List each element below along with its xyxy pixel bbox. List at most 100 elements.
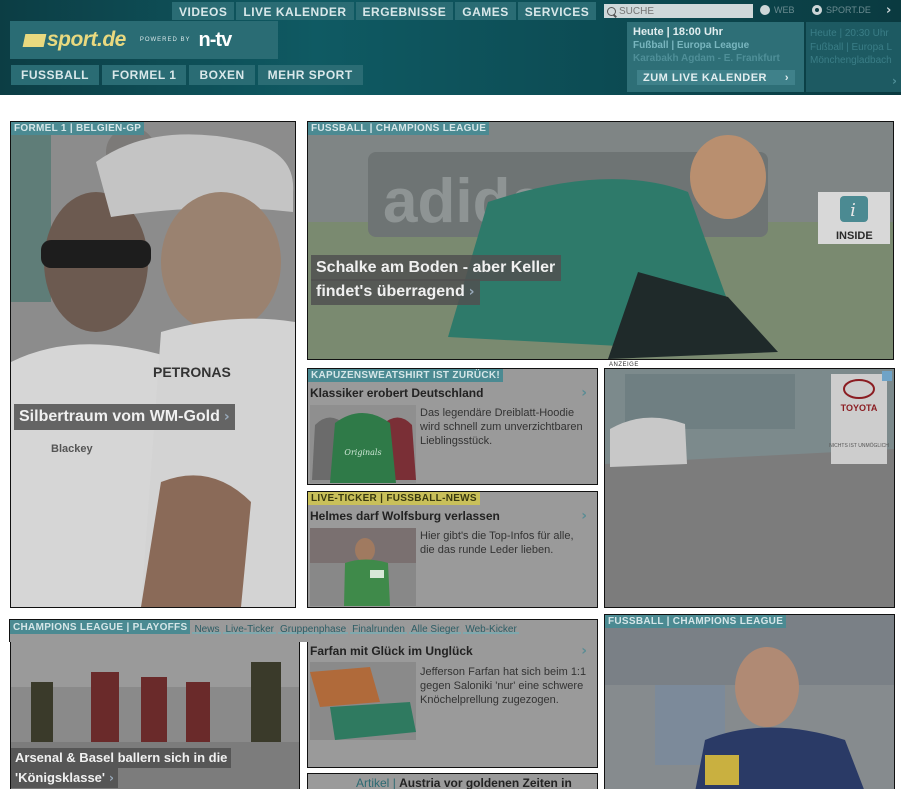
farfan-title[interactable]: Farfan mit Glück im Unglück › [310,643,593,659]
teaser-artikel[interactable]: Artikel | Austria vor goldenen Zeiten in [307,773,598,789]
search-submit-chevron-icon[interactable]: › [886,3,891,18]
radio-site-icon[interactable] [812,5,822,15]
chevron-right-icon: › [223,409,230,425]
search-scope-site[interactable]: SPORT.DE [812,5,871,15]
live-next-match: Mönchengladbach [810,55,892,66]
tab-live-ticker[interactable]: Live-Ticker [223,620,276,635]
ticker-desc: Hier gibt's die Top-Infos für alle, die … [420,530,574,556]
farfan-thumb [310,662,416,740]
search-scope-web[interactable]: WEB [760,5,795,15]
teaser-live-ticker[interactable]: LIVE-TICKER | FUSSBALL-NEWS Helmes darf … [307,491,598,608]
logo-mark-icon [22,33,47,47]
originals-logo-text: Originals [344,448,381,457]
interview-kicker: FUSSBALL | CHAMPIONS LEAGUE [605,615,787,628]
hoodie-title-text: Klassiker erobert Deutschland [310,386,484,400]
toyota-ad-image: TOYOTA NICHTS IST UNMÖGLICH [605,369,894,607]
search-input[interactable] [619,5,739,17]
chevron-right-icon: › [581,508,587,524]
tab-finalrunden[interactable]: Finalrunden [350,620,407,635]
live-calendar-teaser: Heute | 18:00 Uhr Fußball | Europa Leagu… [627,22,804,92]
nav-mehr-sport[interactable]: MEHR SPORT [257,65,363,85]
teaser-hoodie[interactable]: KAPUZENSWEATSHIRT IST ZURüCK! Klassiker … [307,368,598,485]
cl-headline-line1[interactable]: Arsenal & Basel ballern sich in die [11,748,232,768]
keller-image: adidas i INSIDE [308,122,893,359]
site-header: VIDEOS LIVE KALENDER ERGEBNISSE GAMES SE… [0,0,901,95]
site-logo[interactable]: sport.de POWERED BY n-tv [10,21,278,59]
powered-by-label: POWERED BY [139,37,191,43]
f1-headline[interactable]: Silbertraum vom WM-Gold › [14,404,235,430]
f1-headline-text: Silbertraum vom WM-Gold [19,408,220,425]
live-match: Karabakh Agdam - E. Frankfurt [633,53,780,64]
teaser-interview[interactable]: FUSSBALL | CHAMPIONS LEAGUE [604,614,895,789]
schalke-kicker: FUSSBALL | CHAMPIONS LEAGUE [308,122,490,135]
f1-drivers-image: Blackey PETRONAS [11,122,295,607]
nav-games[interactable]: GAMES [455,2,516,20]
ticker-title[interactable]: Helmes darf Wolfsburg verlassen › [310,508,593,524]
chevron-right-icon: › [109,771,114,785]
radio-site-label: SPORT.DE [826,5,871,15]
top-nav: VIDEOS LIVE KALENDER ERGEBNISSE GAMES SE… [172,2,597,20]
cl-kicker: CHAMPIONS LEAGUE | PLAYOFFS [10,620,191,634]
radio-web-icon[interactable] [760,5,770,15]
tab-alle-sieger[interactable]: Alle Sieger [408,620,462,635]
tab-gruppenphase[interactable]: Gruppenphase [277,620,349,635]
ticker-kicker: LIVE-TICKER | FUSSBALL-NEWS [308,492,480,505]
radio-web-label: WEB [774,5,795,15]
chevron-right-icon: › [784,71,789,84]
partner-logo: n-tv [198,28,233,51]
ad-choices-icon[interactable] [882,371,892,381]
nav-boxen[interactable]: BOXEN [189,65,255,85]
hoodie-image: Originals [310,405,416,483]
farfan-desc: Jefferson Farfan hat sich beim 1:1 gegen… [420,666,587,706]
nav-formel-1[interactable]: FORMEL 1 [102,65,187,85]
schalke-headline-line1[interactable]: Schalke am Boden - aber Keller [311,255,562,281]
live-calendar-button[interactable]: ZUM LIVE KALENDER › [637,70,795,85]
teaser-f1[interactable]: Blackey PETRONAS FORMEL 1 | BELGIEN-GP S… [10,121,296,608]
tab-news[interactable]: News [192,620,222,635]
logo-brand: sport.de [47,28,126,51]
live-league: Fußball | Europa League [633,40,750,51]
inside-badge-text: INSIDE [836,230,873,242]
svg-text:PETRONAS: PETRONAS [153,364,231,380]
search-icon [607,6,616,16]
artikel-title: Austria vor goldenen Zeiten in [399,776,572,789]
toyota-slogan-text: NICHTS IST UNMÖGLICH [829,442,889,449]
cl-tabbar: CHAMPIONS LEAGUE | PLAYOFFS News Live-Ti… [9,619,598,642]
helmes-image [310,528,416,606]
nav-videos[interactable]: VIDEOS [172,2,235,20]
nav-live-kalender[interactable]: LIVE KALENDER [236,2,354,20]
svg-text:Blackey: Blackey [51,443,93,455]
teaser-schalke[interactable]: adidas i INSIDE FUSSBALL | CHAMPIONS LEA… [307,121,894,360]
schalke-headline-line2-text: findet's überragend [316,283,465,300]
nav-ergebnisse[interactable]: ERGEBNISSE [355,2,454,20]
hoodie-title[interactable]: Klassiker erobert Deutschland › [310,385,593,401]
schalke-photo: adidas i INSIDE [308,122,893,359]
tab-web-kicker[interactable]: Web-Kicker [463,620,519,635]
nav-services[interactable]: SERVICES [517,2,597,20]
live-next-time: Heute | 20:30 Uhr [810,28,889,39]
farfan-title-text: Farfan mit Glück im Unglück [310,644,473,658]
teaser-farfan[interactable]: Farfan mit Glück im Unglück › Jefferson … [307,641,598,768]
live-calendar-button-label: ZUM LIVE KALENDER [643,71,767,84]
chevron-right-icon: › [468,284,475,300]
teaser-cl-playoffs[interactable]: Arsenal & Basel ballern sich in die 'Kön… [10,641,300,789]
f1-kicker: FORMEL 1 | BELGIEN-GP [11,122,145,135]
toyota-brand-text: TOYOTA [841,403,878,413]
svg-text:i: i [850,200,856,221]
chevron-right-icon[interactable]: › [892,74,897,88]
live-next-teaser[interactable]: Heute | 20:30 Uhr Fußball | Europa L Mön… [806,22,901,92]
artikel-line: Artikel | Austria vor goldenen Zeiten in [356,776,572,789]
hoodie-kicker: KAPUZENSWEATSHIRT IST ZURüCK! [308,369,504,382]
artikel-label: Artikel [356,776,390,789]
ad-toyota[interactable]: TOYOTA NICHTS IST UNMÖGLICH [604,368,895,608]
chevron-right-icon: › [581,385,587,401]
schalke-headline-line2[interactable]: findet's überragend › [311,279,480,305]
hoodie-desc: Das legendäre Dreiblatt-Hoodie wird schn… [420,407,583,447]
chevron-right-icon: › [581,643,587,659]
cl-headline-line2[interactable]: 'Königsklasse' › [11,768,118,788]
live-time: Heute | 18:00 Uhr [633,26,723,38]
cl-headline-line2-text: 'Königsklasse' [15,770,105,785]
interview-image [605,615,894,789]
nav-fussball[interactable]: FUSSBALL [11,65,99,85]
f1-photo: Blackey PETRONAS [11,122,295,607]
